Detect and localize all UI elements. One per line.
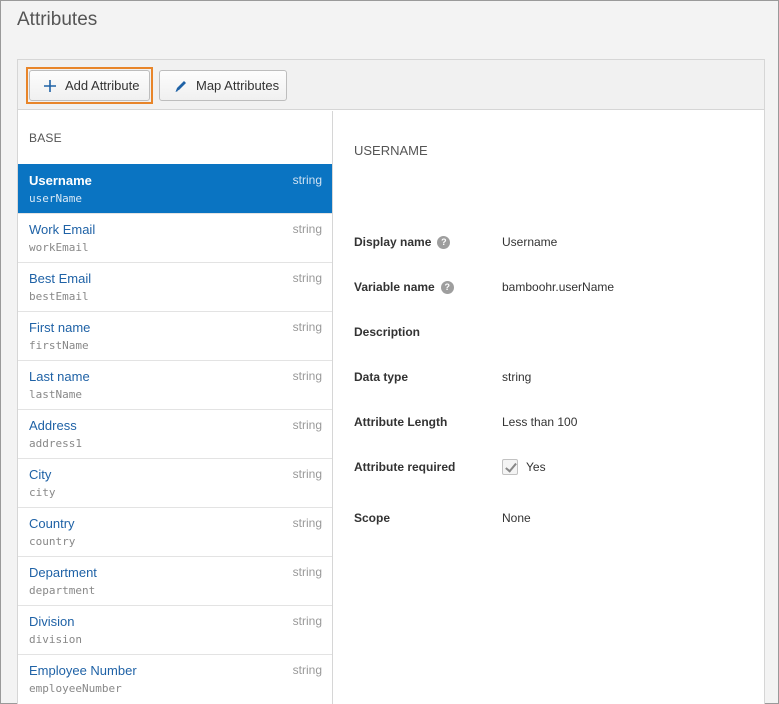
pencil-icon xyxy=(175,80,186,92)
item-label: City xyxy=(29,467,52,482)
item-type: string xyxy=(292,173,322,187)
list-item[interactable]: Department department string xyxy=(18,556,332,605)
required-checkbox[interactable] xyxy=(502,459,518,475)
help-icon[interactable]: ? xyxy=(440,280,454,294)
item-variable: workEmail xyxy=(29,241,89,254)
list-item[interactable]: City city string xyxy=(18,458,332,507)
item-type: string xyxy=(292,222,322,236)
item-type: string xyxy=(292,271,322,285)
plus-icon xyxy=(44,79,56,92)
list-item[interactable]: Username userName string xyxy=(18,164,332,213)
scope-label: Scope xyxy=(354,511,391,525)
item-label: Division xyxy=(29,614,75,629)
required-value: Yes xyxy=(526,460,546,474)
item-variable: firstName xyxy=(29,339,89,352)
list-item[interactable]: Country country string xyxy=(18,507,332,556)
attribute-detail: USERNAME Display name ? Username Variabl… xyxy=(353,111,764,704)
item-type: string xyxy=(292,320,322,334)
attribute-list: BASE Username userName string Work Email… xyxy=(18,111,333,704)
description-row: Description xyxy=(354,322,502,342)
add-attribute-label: Add Attribute xyxy=(65,78,140,93)
item-type: string xyxy=(292,516,322,530)
item-variable: lastName xyxy=(29,388,82,401)
item-type: string xyxy=(292,614,322,628)
item-type: string xyxy=(292,565,322,579)
detail-title: USERNAME xyxy=(354,143,428,158)
item-variable: address1 xyxy=(29,437,82,450)
map-attributes-label: Map Attributes xyxy=(196,78,280,93)
variable-name-row: Variable name ? bamboohr.userName xyxy=(354,277,614,297)
item-label: Work Email xyxy=(29,222,96,237)
list-item[interactable]: Best Email bestEmail string xyxy=(18,262,332,311)
item-label: Username xyxy=(29,173,92,188)
list-item[interactable]: Employee Number employeeNumber string xyxy=(18,654,332,703)
data-type-label: Data type xyxy=(354,370,409,384)
item-variable: department xyxy=(29,584,96,597)
item-variable: country xyxy=(29,535,76,548)
item-type: string xyxy=(292,369,322,383)
item-variable: userName xyxy=(29,192,82,205)
attribute-required-row: Attribute required Yes xyxy=(354,457,546,477)
list-item[interactable]: Address address1 string xyxy=(18,409,332,458)
list-item[interactable]: First name firstName string xyxy=(18,311,332,360)
item-type: string xyxy=(292,663,322,677)
item-label: Country xyxy=(29,516,75,531)
item-label: First name xyxy=(29,320,91,335)
item-label: Address xyxy=(29,418,77,433)
help-icon[interactable]: ? xyxy=(437,235,451,249)
page-title: Attributes xyxy=(17,9,98,30)
scope-row: Scope None xyxy=(354,508,531,528)
item-variable: division xyxy=(29,633,82,646)
list-item[interactable]: Work Email workEmail string xyxy=(18,213,332,262)
item-label: Last name xyxy=(29,369,90,384)
add-attribute-button[interactable]: Add Attribute xyxy=(29,70,150,101)
item-type: string xyxy=(292,467,322,481)
display-name-label: Display name xyxy=(354,235,432,249)
item-label: Employee Number xyxy=(29,663,137,678)
list-section-header: BASE xyxy=(29,131,62,145)
scope-value: None xyxy=(502,511,531,525)
list-item[interactable]: Last name lastName string xyxy=(18,360,332,409)
item-variable: bestEmail xyxy=(29,290,89,303)
attribute-length-row: Attribute Length Less than 100 xyxy=(354,412,577,432)
toolbar: Add Attribute Map Attributes xyxy=(18,60,764,110)
list-item[interactable]: Division division string xyxy=(18,605,332,654)
item-variable: employeeNumber xyxy=(29,682,122,695)
attributes-panel: Add Attribute Map Attributes BASE Userna… xyxy=(17,59,765,704)
description-label: Description xyxy=(354,325,421,339)
display-name-row: Display name ? Username xyxy=(354,232,557,252)
item-label: Best Email xyxy=(29,271,92,286)
variable-name-value: bamboohr.userName xyxy=(502,280,615,294)
item-label: Department xyxy=(29,565,97,580)
attribute-length-label: Attribute Length xyxy=(354,415,448,429)
variable-name-label: Variable name xyxy=(354,280,435,294)
data-type-row: Data type string xyxy=(354,367,531,387)
map-attributes-button[interactable]: Map Attributes xyxy=(159,70,287,101)
display-name-value: Username xyxy=(502,235,558,249)
attribute-length-value: Less than 100 xyxy=(502,415,578,429)
item-type: string xyxy=(292,418,322,432)
data-type-value: string xyxy=(502,370,532,384)
attribute-required-label: Attribute required xyxy=(354,460,456,474)
item-variable: city xyxy=(29,486,56,499)
